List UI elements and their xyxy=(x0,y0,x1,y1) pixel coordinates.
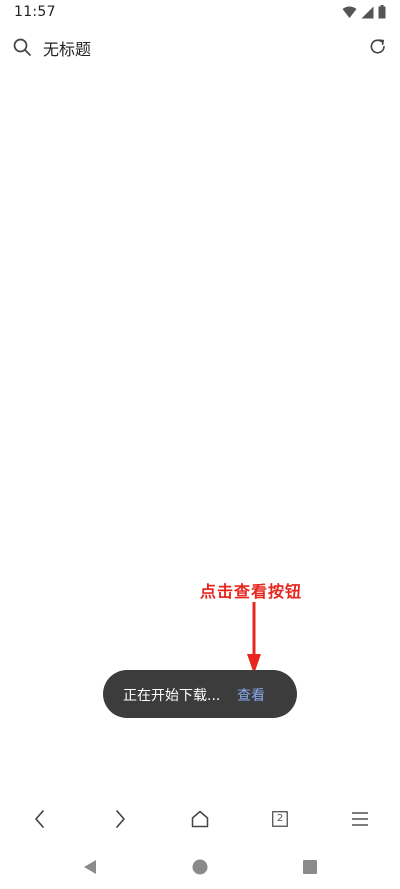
refresh-icon[interactable] xyxy=(368,37,388,57)
home-button[interactable] xyxy=(187,806,213,832)
nav-home-button[interactable] xyxy=(188,855,212,879)
status-bar: 11:57 xyxy=(0,0,400,26)
nav-back-icon xyxy=(84,860,96,874)
toast-message: 正在开始下载... xyxy=(123,688,221,704)
back-icon xyxy=(35,810,44,828)
back-button[interactable] xyxy=(27,806,53,832)
address-bar[interactable]: 无标题 xyxy=(0,30,400,64)
tabs-icon: 2 xyxy=(272,811,288,827)
forward-button[interactable] xyxy=(107,806,133,832)
system-nav-bar xyxy=(0,845,400,889)
nav-back-button[interactable] xyxy=(78,855,102,879)
page-title[interactable]: 无标题 xyxy=(43,36,91,60)
download-toast: 正在开始下载... 查看 xyxy=(103,670,297,718)
annotation-arrow-icon xyxy=(247,602,261,674)
menu-button[interactable] xyxy=(347,806,373,832)
view-download-button[interactable]: 查看 xyxy=(237,685,265,705)
status-icons xyxy=(342,5,386,19)
annotation-label: 点击查看按钮 xyxy=(200,582,303,601)
status-time: 11:57 xyxy=(14,4,56,20)
battery-icon xyxy=(378,5,386,19)
wifi-icon xyxy=(342,6,357,18)
browser-toolbar: 2 xyxy=(0,800,400,838)
tabs-button[interactable]: 2 xyxy=(267,806,293,832)
tab-count: 2 xyxy=(276,813,284,824)
home-icon xyxy=(191,810,209,828)
search-icon[interactable] xyxy=(12,37,32,57)
forward-icon xyxy=(116,810,125,828)
signal-icon xyxy=(361,6,374,18)
menu-icon xyxy=(352,812,368,826)
nav-recents-icon xyxy=(303,860,317,874)
nav-recents-button[interactable] xyxy=(298,855,322,879)
nav-home-icon xyxy=(192,859,208,875)
